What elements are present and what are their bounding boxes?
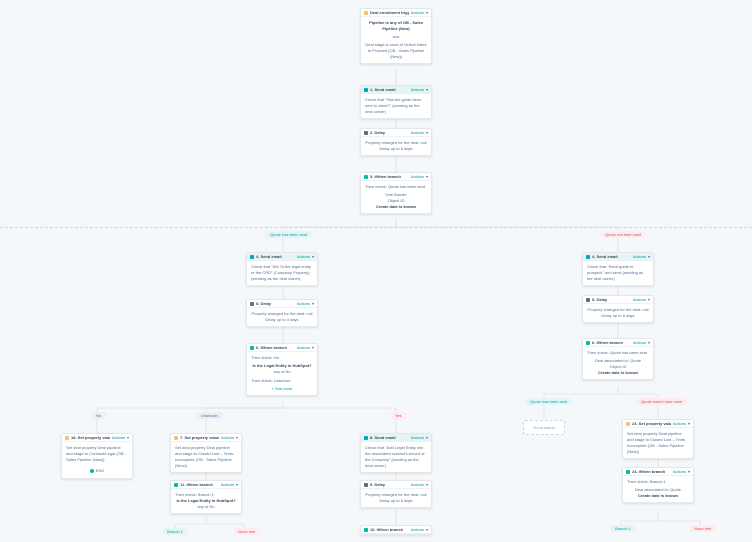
chevron-down-icon: ▾ bbox=[426, 87, 428, 92]
chevron-down-icon: ▾ bbox=[426, 527, 428, 532]
actions-button[interactable]: Actions bbox=[297, 345, 310, 350]
actions-button[interactable]: Actions bbox=[411, 10, 424, 15]
chevron-down-icon: ▾ bbox=[236, 482, 238, 487]
node-2-delay[interactable]: 2. DelayActions▾ Property changed for th… bbox=[360, 128, 432, 156]
actions-button[interactable]: Actions bbox=[297, 301, 310, 306]
node-6R-branch[interactable]: 6. If/then branchActions▾ Then check: Qu… bbox=[582, 338, 654, 380]
branch-label-no: No bbox=[91, 412, 106, 419]
actions-button[interactable]: Actions bbox=[221, 482, 234, 487]
actions-button[interactable]: Actions bbox=[633, 340, 646, 345]
node-11-branch[interactable]: 11. If/then branchActions▾ Then check: B… bbox=[170, 480, 242, 514]
branch-label-quote-not-sent-r: Quote hasn't been sent bbox=[636, 398, 687, 405]
branch-label-none-met: None met bbox=[233, 528, 260, 535]
delay-icon bbox=[250, 302, 254, 306]
delay-icon bbox=[364, 483, 368, 487]
actions-button[interactable]: Actions bbox=[673, 421, 686, 426]
node-8-send-email[interactable]: 8. Send emailActions▾ Check that "Add Le… bbox=[360, 433, 432, 473]
delay-icon bbox=[364, 131, 368, 135]
chevron-down-icon: ▾ bbox=[312, 301, 314, 306]
chevron-down-icon: ▾ bbox=[312, 345, 314, 350]
branch-label-quote-sent: Quote has been sent bbox=[265, 231, 312, 238]
pencil-icon bbox=[65, 436, 69, 440]
branch-icon bbox=[364, 528, 368, 532]
actions-button[interactable]: Actions bbox=[411, 87, 424, 92]
branch-icon bbox=[174, 483, 178, 487]
actions-button[interactable]: Actions bbox=[633, 254, 646, 259]
branch-label-quote-sent-r: Quote has been sent bbox=[525, 398, 572, 405]
node-5L-delay[interactable]: 5. DelayActions▾ Property changed for th… bbox=[246, 299, 318, 327]
node-6L-branch[interactable]: 6. If/then branchActions▾ Then check: No… bbox=[246, 343, 318, 396]
actions-button[interactable]: Actions bbox=[411, 130, 424, 135]
actions-button[interactable]: Actions bbox=[297, 254, 310, 259]
actions-button[interactable]: Actions bbox=[221, 435, 234, 440]
node-5R-delay[interactable]: 5. DelayActions▾ Property changed for th… bbox=[582, 295, 654, 323]
actions-button[interactable]: Actions bbox=[411, 527, 424, 532]
email-icon bbox=[364, 436, 368, 440]
actions-button[interactable]: Actions bbox=[633, 297, 646, 302]
node-23-set-property[interactable]: 23. Set property valueActions▾ Set deal … bbox=[622, 419, 694, 459]
see-more-link[interactable]: + See more bbox=[272, 386, 293, 391]
enrollment-trigger-node[interactable]: Deal enrollment triggerActions▾ Pipeline… bbox=[360, 8, 432, 64]
pencil-icon bbox=[174, 436, 178, 440]
goto-action-box[interactable]: Go to action bbox=[523, 420, 565, 435]
delay-icon bbox=[586, 298, 590, 302]
branch-icon bbox=[586, 341, 590, 345]
email-icon bbox=[586, 255, 590, 259]
pencil-icon bbox=[626, 422, 630, 426]
branch-label-unknown: Unknown bbox=[196, 412, 223, 419]
chevron-down-icon: ▾ bbox=[426, 10, 428, 15]
chevron-down-icon: ▾ bbox=[426, 174, 428, 179]
email-icon bbox=[364, 88, 368, 92]
chevron-down-icon: ▾ bbox=[426, 482, 428, 487]
node-3-branch[interactable]: 3. If/then branchActions▾ Then check: Qu… bbox=[360, 172, 432, 214]
chevron-down-icon: ▾ bbox=[426, 435, 428, 440]
node-10-branch[interactable]: 10. If/then branchActions▾ bbox=[360, 525, 432, 535]
chevron-down-icon: ▾ bbox=[312, 254, 314, 259]
node-9-delay[interactable]: 9. DelayActions▾ Property changed for th… bbox=[360, 480, 432, 508]
lightning-icon bbox=[364, 11, 368, 15]
branch-label-quote-not-sent: Quote not been sent bbox=[600, 231, 646, 238]
chevron-down-icon: ▾ bbox=[236, 435, 238, 440]
chevron-down-icon: ▾ bbox=[426, 130, 428, 135]
actions-button[interactable]: Actions bbox=[411, 435, 424, 440]
actions-button[interactable]: Actions bbox=[411, 174, 424, 179]
actions-button[interactable]: Actions bbox=[673, 469, 686, 474]
node-4R-send-email[interactable]: 4. Send emailActions▾ Check that "Send g… bbox=[582, 252, 654, 286]
node-7-set-property[interactable]: 7. Set property valueActions▾ Set deal p… bbox=[170, 433, 242, 473]
branch-label-branch-1-r: Branch 1 bbox=[610, 525, 636, 532]
node-18-set-property[interactable]: 18. Set property valueActions▾ Set deal … bbox=[61, 433, 133, 479]
branch-icon bbox=[250, 346, 254, 350]
branch-icon bbox=[364, 175, 368, 179]
branch-icon bbox=[626, 470, 630, 474]
node-24-branch[interactable]: 24. If/then branchActions▾ Then check: B… bbox=[622, 467, 694, 503]
branch-label-none-met-r: None met bbox=[689, 525, 716, 532]
chevron-down-icon: ▾ bbox=[688, 421, 690, 426]
node-1-send-email[interactable]: 1. Send emailActions▾ Check that "Has th… bbox=[360, 85, 432, 119]
email-icon bbox=[250, 255, 254, 259]
status-dot-icon bbox=[90, 469, 94, 473]
chevron-down-icon: ▾ bbox=[648, 340, 650, 345]
branch-label-branch-1: Branch 1 bbox=[162, 528, 188, 535]
actions-button[interactable]: Actions bbox=[112, 435, 125, 440]
trigger-title: Deal enrollment trigger bbox=[370, 10, 409, 15]
chevron-down-icon: ▾ bbox=[648, 254, 650, 259]
chevron-down-icon: ▾ bbox=[688, 469, 690, 474]
chevron-down-icon: ▾ bbox=[127, 435, 129, 440]
node-4L-send-email[interactable]: 4. Send emailActions▾ Check that "Set To… bbox=[246, 252, 318, 286]
chevron-down-icon: ▾ bbox=[648, 297, 650, 302]
branch-label-yes: Yes bbox=[390, 412, 407, 419]
actions-button[interactable]: Actions bbox=[411, 482, 424, 487]
